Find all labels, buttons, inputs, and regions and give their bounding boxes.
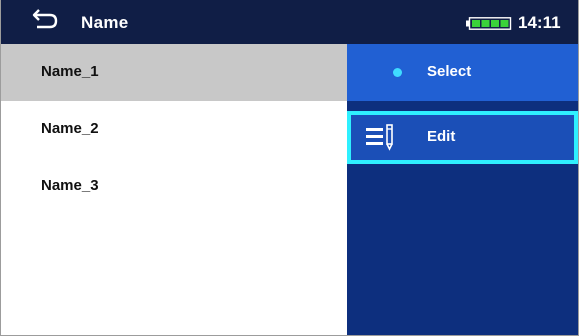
options-menu-panel: Select Edit [347,44,578,335]
name-list: Name_1 Name_2 Name_3 [1,44,347,335]
list-item-name-3[interactable]: Name_3 [1,158,347,215]
battery-full-icon [466,17,512,30]
app-screen: Name 14:11 Name_1 Name_2 Name_3 Select E… [0,0,579,336]
edit-button[interactable]: Edit [347,111,578,164]
edit-list-icon [366,124,393,151]
header-bar: Name 14:11 [1,0,578,44]
list-item-label: Name_1 [41,63,99,80]
back-arrow-icon [32,9,58,29]
select-label: Select [427,63,472,80]
page-title: Name [81,13,129,32]
list-item-name-2[interactable]: Name_2 [1,101,347,158]
list-item-label: Name_3 [41,177,99,194]
clock-time: 14:11 [518,13,561,32]
bullet-dot-icon [393,68,402,77]
edit-label: Edit [427,128,456,145]
select-button[interactable]: Select [347,44,578,101]
list-item-label: Name_2 [41,120,99,137]
list-item-name-1[interactable]: Name_1 [1,44,347,101]
back-button[interactable] [31,6,59,32]
